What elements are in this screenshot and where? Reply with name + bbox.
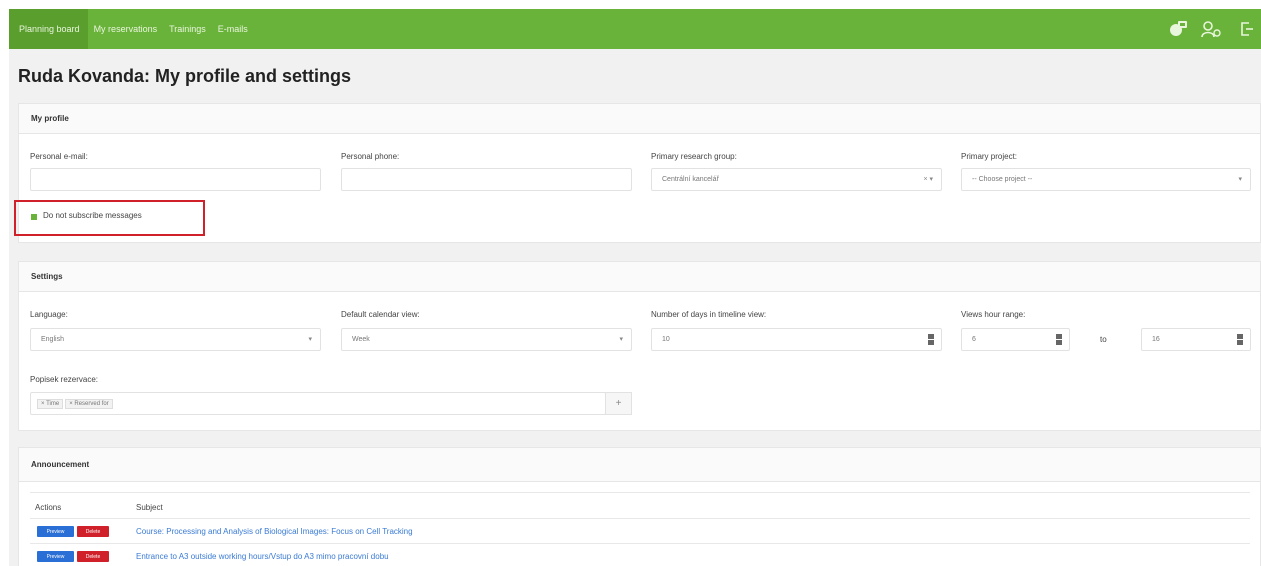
timeline-days-value: 10 — [662, 336, 670, 343]
settings-panel-header: Settings — [19, 262, 1260, 292]
chevron-down-icon: ▾ — [1238, 176, 1242, 183]
table-header-border — [30, 518, 1250, 519]
delete-button[interactable]: Delete — [77, 551, 109, 562]
hour-to-value: 16 — [1152, 336, 1160, 343]
announcement-subject-link[interactable]: Course: Processing and Analysis of Biolo… — [136, 527, 413, 536]
calendar-view-value: Week — [352, 336, 370, 343]
col-actions-header: Actions — [35, 503, 62, 512]
preview-button[interactable]: Preview — [37, 526, 74, 537]
announcement-panel: Announcement — [18, 447, 1261, 566]
calendar-view-label: Default calendar view: — [341, 310, 420, 319]
hour-to-input[interactable]: 16 — [1141, 328, 1251, 351]
nav-planning-board[interactable]: Planning board — [9, 9, 88, 49]
preview-button[interactable]: Preview — [37, 551, 74, 562]
research-group-label: Primary research group: — [651, 152, 737, 161]
phone-field[interactable] — [341, 168, 632, 191]
language-label: Language: — [30, 310, 68, 319]
hour-range-label: Views hour range: — [961, 310, 1026, 319]
profile-panel-header: My profile — [19, 104, 1260, 134]
news-icon[interactable] — [1167, 18, 1189, 40]
nav-icon-group — [1167, 9, 1261, 49]
user-settings-icon[interactable] — [1201, 18, 1223, 40]
phone-label: Personal phone: — [341, 152, 400, 161]
subscribe-highlight: Do not subscribe messages — [14, 200, 205, 236]
announcement-subject-link[interactable]: Entrance to A3 outside working hours/Vst… — [136, 552, 389, 561]
language-select[interactable]: English ▾ — [30, 328, 321, 351]
number-spinner-icon[interactable] — [1056, 334, 1062, 346]
page-title: Ruda Kovanda: My profile and settings — [18, 66, 352, 86]
number-spinner-icon[interactable] — [1237, 334, 1243, 346]
col-subject-header: Subject — [136, 503, 163, 512]
language-value: English — [41, 336, 64, 343]
reservation-label-tags[interactable]: × Time × Reserved for — [30, 392, 606, 415]
project-placeholder: -- Choose project -- — [972, 176, 1033, 183]
subscribe-label: Do not subscribe messages — [43, 211, 142, 220]
top-navbar: Planning board My reservations Trainings… — [9, 9, 1261, 49]
number-spinner-icon[interactable] — [928, 334, 934, 346]
hour-from-value: 6 — [972, 336, 976, 343]
chevron-down-icon: ▾ — [619, 336, 623, 343]
table-top-border — [30, 492, 1250, 493]
reservation-label-label: Popisek rezervace: — [30, 375, 99, 384]
table-row-border — [30, 543, 1250, 544]
email-field[interactable] — [30, 168, 321, 191]
delete-button[interactable]: Delete — [77, 526, 109, 537]
nav-trainings[interactable]: Trainings — [163, 9, 212, 49]
logout-icon[interactable] — [1235, 18, 1257, 40]
clear-chevron-icon[interactable]: × ▾ — [923, 175, 933, 183]
subscribe-checkbox[interactable] — [31, 214, 37, 220]
project-label: Primary project: — [961, 152, 1018, 161]
hour-from-input[interactable]: 6 — [961, 328, 1070, 351]
nav-emails[interactable]: E-mails — [212, 9, 254, 49]
nav-my-reservations[interactable]: My reservations — [88, 9, 164, 49]
tag-reserved-for[interactable]: × Reserved for — [65, 398, 113, 409]
calendar-view-select[interactable]: Week ▾ — [341, 328, 632, 351]
email-label: Personal e-mail: — [30, 152, 88, 161]
timeline-days-input[interactable]: 10 — [651, 328, 942, 351]
research-group-select[interactable]: Centrální kancelář × ▾ — [651, 168, 942, 191]
chevron-down-icon: ▾ — [308, 336, 312, 343]
add-tag-button[interactable]: + — [605, 392, 632, 415]
announcement-panel-header: Announcement — [19, 448, 1260, 482]
timeline-days-label: Number of days in timeline view: — [651, 310, 767, 319]
tag-time[interactable]: × Time — [37, 398, 64, 409]
hour-to-label: to — [1100, 335, 1107, 344]
project-select[interactable]: -- Choose project -- ▾ — [961, 168, 1251, 191]
research-group-value: Centrální kancelář — [662, 176, 719, 183]
